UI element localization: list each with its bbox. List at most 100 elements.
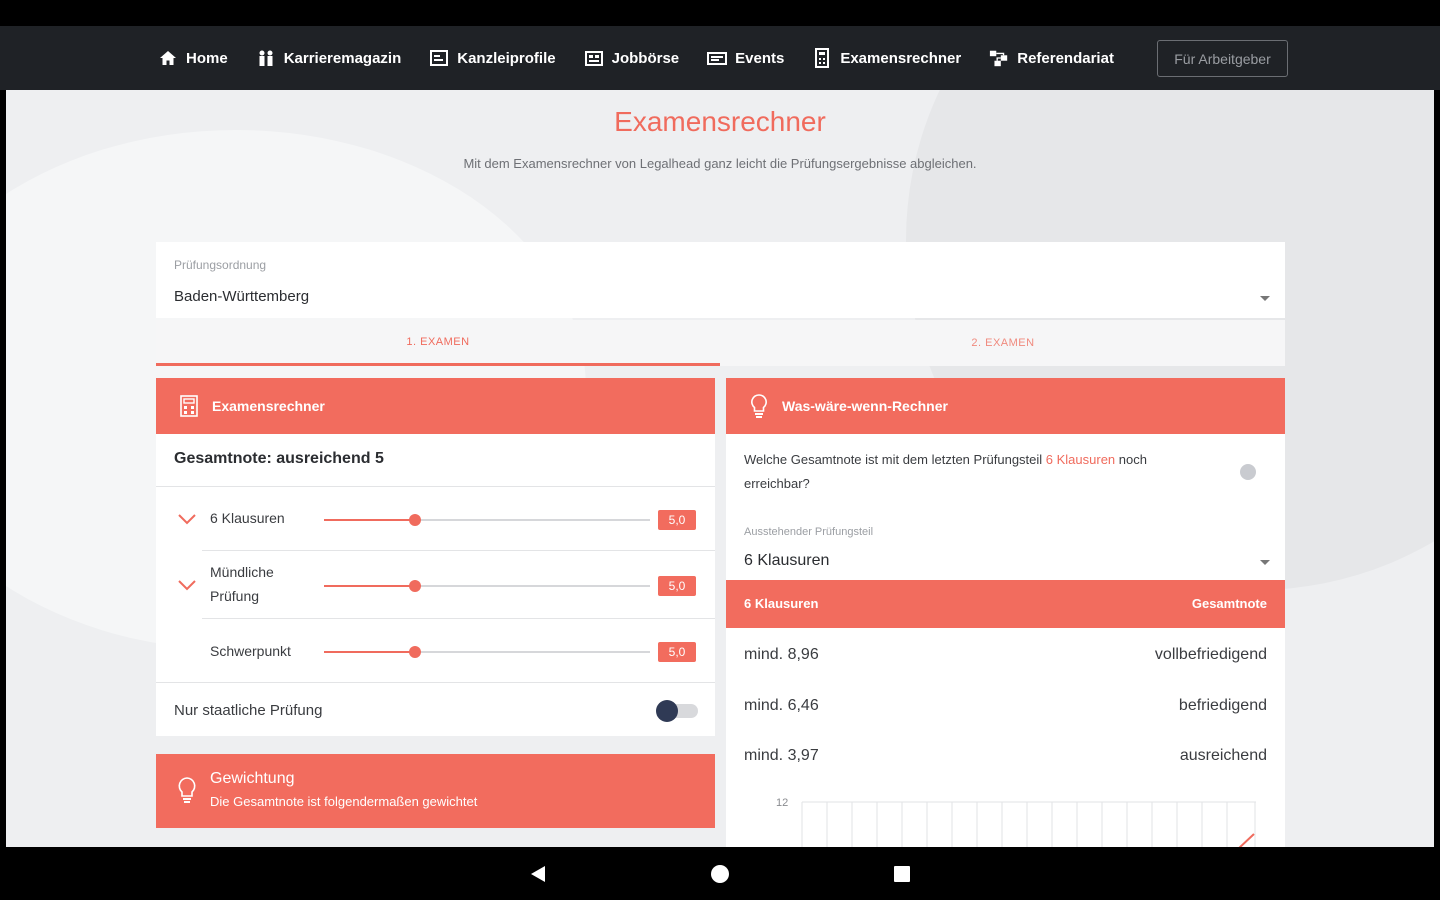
chart-grid (801, 801, 1256, 847)
profile-icon (429, 48, 449, 68)
state-only-label: Nur staatliche Prüfung (174, 702, 323, 719)
slider-thumb[interactable] (409, 580, 422, 592)
nav-item-kanzleiprofile[interactable]: Kanzleiprofile (429, 48, 556, 68)
nav-item-label: Referendariat (1017, 49, 1114, 67)
chevron-down-icon[interactable] (176, 508, 198, 530)
score-badge: 5,0 (658, 642, 696, 662)
slider-thumb[interactable] (409, 646, 422, 658)
weighting-title: Gewichtung (210, 770, 295, 787)
header-left: 6 Klausuren (744, 596, 819, 611)
whatif-header: Was-wäre-wenn-Rechner (726, 378, 1285, 434)
outstanding-label: Ausstehender Prüfungsteil (744, 526, 874, 538)
dropdown-arrow-icon (1260, 296, 1270, 301)
question-highlight: 6 Klausuren (1045, 452, 1116, 467)
divider (202, 618, 715, 619)
people-icon (256, 48, 276, 68)
calculator-icon (178, 395, 200, 417)
nav-item-events[interactable]: Events (707, 48, 784, 68)
table-row: mind. 8,96 vollbefriedigend (726, 630, 1285, 680)
divider (156, 486, 715, 487)
dropdown-arrow-icon (1260, 560, 1270, 565)
calculator-icon (812, 48, 832, 68)
row-min-score: mind. 3,97 (744, 747, 819, 764)
employer-button[interactable]: Für Arbeitgeber (1157, 40, 1288, 77)
lightbulb-icon (748, 394, 770, 418)
weighting-header[interactable]: Gewichtung Die Gesamtnote ist folgenderm… (156, 754, 715, 828)
home-icon (158, 48, 178, 68)
nav-item-label: Home (186, 49, 228, 67)
briefcase-icon (584, 48, 604, 68)
slider-fill (324, 519, 416, 521)
nav-item-label: Examensrechner (840, 49, 962, 67)
nav-item-label: Karrieremagazin (283, 49, 402, 67)
nav-item-examensrechner[interactable]: Examensrechner (812, 48, 961, 68)
chart-ytick: 12 (776, 797, 788, 809)
table-row: mind. 6,46 befriedigend (726, 681, 1285, 731)
exam-tabs: 1. EXAMEN 2. EXAMEN (156, 320, 1285, 366)
nav-item-label: Events (735, 49, 785, 67)
nav-item-label: Kanzleiprofile (457, 49, 556, 67)
slider-klausuren[interactable] (324, 514, 650, 526)
whatif-radio[interactable] (1240, 464, 1256, 480)
whatif-question: Welche Gesamtnote ist mit dem letzten Pr… (744, 448, 1204, 496)
recents-icon (894, 865, 910, 882)
home-button[interactable] (702, 847, 738, 900)
chart-line (1238, 833, 1255, 847)
back-button[interactable] (520, 847, 556, 900)
pruefungsordnung-value: Baden-Württemberg (174, 288, 310, 305)
header-right: Gesamtnote (1191, 596, 1267, 611)
result-chart: 12 (776, 797, 1256, 847)
nav-item-karrieremagazin[interactable]: Karrieremagazin (256, 48, 402, 68)
nav-item-referendariat[interactable]: Referendariat (989, 48, 1114, 68)
table-row: mind. 3,97 ausreichend (726, 731, 1285, 781)
row-grade: ausreichend (1179, 747, 1267, 764)
row-grade: vollbefriedigend (1154, 646, 1267, 663)
score-badge: 5,0 (658, 576, 696, 596)
slider-schwerpunkt[interactable] (324, 646, 650, 658)
recents-button[interactable] (884, 847, 920, 900)
chevron-down-icon[interactable] (176, 574, 198, 596)
row-min-score: mind. 8,96 (744, 646, 819, 663)
gesamtnote-text: Gesamtnote: ausreichend 5 (174, 450, 384, 467)
tab-examen-1[interactable]: 1. EXAMEN (156, 320, 720, 366)
row-grade: befriedigend (1178, 697, 1267, 714)
page-title: Examensrechner (614, 106, 826, 137)
nav-item-label: Jobbörse (611, 49, 680, 67)
calculator-panel: Examensrechner Gesamtnote: ausreichend 5… (156, 378, 715, 736)
slider-fill (324, 651, 416, 653)
network-icon (989, 48, 1009, 68)
calculator-title: Examensrechner (212, 398, 325, 414)
row-min-score: mind. 6,46 (744, 697, 819, 714)
state-only-toggle[interactable] (656, 700, 698, 722)
row-label-klausuren: 6 Klausuren (210, 510, 285, 526)
nav-item-home[interactable]: Home (158, 48, 228, 68)
row-label-muendliche: Mündliche Prüfung (210, 564, 274, 604)
nav-items: Home Karrieremagazin Kanzleiprofile Jobb… (158, 48, 1142, 68)
weighting-subtitle: Die Gesamtnote ist folgendermaßen gewich… (210, 794, 478, 809)
nav-item-jobboerse[interactable]: Jobbörse (584, 48, 680, 68)
lightbulb-icon (178, 777, 196, 803)
tab-examen-2[interactable]: 2. EXAMEN (721, 320, 1285, 366)
row-label-schwerpunkt: Schwerpunkt (210, 643, 291, 659)
question-text: Welche Gesamtnote ist mit dem letzten Pr… (744, 452, 1046, 467)
slider-muendliche[interactable] (324, 580, 650, 592)
main-page: Examensrechner Mit dem Examensrechner vo… (6, 90, 1434, 847)
toggle-knob (656, 700, 678, 722)
android-navigation-bar (0, 847, 1440, 900)
whatif-panel: Was-wäre-wenn-Rechner Welche Gesamtnote … (726, 378, 1285, 847)
ticket-icon (707, 48, 728, 68)
pruefungsordnung-select[interactable]: Prüfungsordnung Baden-Württemberg (156, 242, 1285, 318)
divider (156, 682, 715, 683)
top-navigation: Home Karrieremagazin Kanzleiprofile Jobb… (0, 26, 1440, 90)
home-circle-icon (711, 864, 729, 883)
whatif-title: Was-wäre-wenn-Rechner (782, 398, 948, 414)
slider-fill (324, 585, 416, 587)
outstanding-select[interactable]: 6 Klausuren (744, 552, 829, 570)
back-icon (531, 865, 545, 882)
score-badge: 5,0 (658, 510, 696, 530)
page-subtitle: Mit dem Examensrechner von Legalhead gan… (463, 156, 977, 171)
slider-thumb[interactable] (409, 514, 422, 526)
divider (202, 550, 715, 551)
result-table-header: 6 Klausuren Gesamtnote (726, 580, 1285, 628)
status-bar (0, 0, 1440, 26)
